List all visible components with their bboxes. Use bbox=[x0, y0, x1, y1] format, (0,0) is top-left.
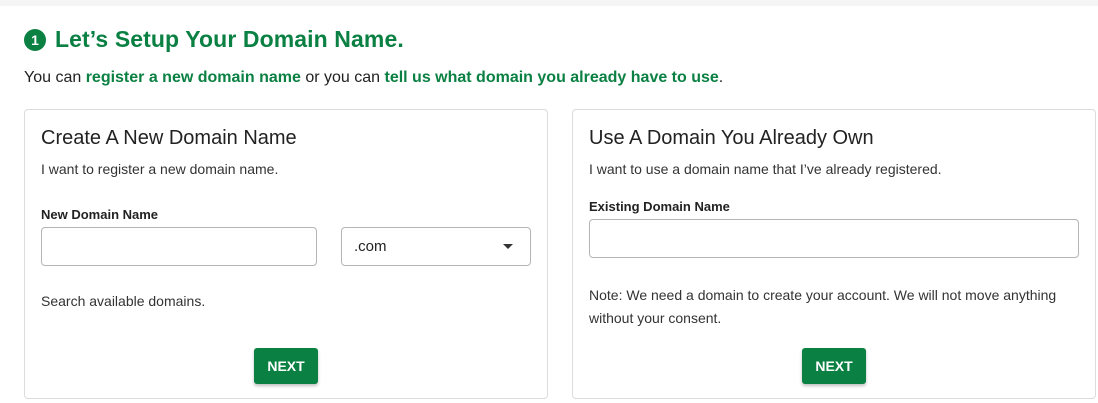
intro-suffix: . bbox=[718, 69, 724, 86]
new-domain-name-input[interactable] bbox=[41, 227, 317, 266]
domain-setup-page: 1 Let’s Setup Your Domain Name. You can … bbox=[0, 6, 1098, 403]
intro-text: You can register a new domain name or yo… bbox=[24, 69, 723, 87]
register-new-domain-link[interactable]: register a new domain name bbox=[86, 69, 301, 86]
create-new-domain-card: Create A New Domain Name I want to regis… bbox=[24, 109, 548, 399]
card-description: I want to register a new domain name. bbox=[41, 161, 279, 177]
existing-domain-next-button[interactable]: NEXT bbox=[802, 348, 866, 384]
use-existing-domain-link[interactable]: tell us what domain you already have to … bbox=[384, 69, 718, 86]
step-number-badge: 1 bbox=[24, 29, 46, 51]
new-domain-name-label: New Domain Name bbox=[41, 207, 159, 222]
page-title: Let’s Setup Your Domain Name. bbox=[55, 26, 404, 52]
chevron-down-icon bbox=[503, 244, 513, 249]
page-header: 1 Let’s Setup Your Domain Name. bbox=[24, 26, 404, 53]
tld-selected-value: .com bbox=[354, 238, 387, 255]
search-hint: Search available domains. bbox=[41, 293, 206, 309]
card-title: Create A New Domain Name bbox=[41, 127, 297, 149]
card-description: I want to use a domain name that I’ve al… bbox=[589, 161, 942, 177]
intro-middle: or you can bbox=[300, 69, 385, 86]
use-existing-domain-card: Use A Domain You Already Own I want to u… bbox=[572, 109, 1096, 399]
consent-note: Note: We need a domain to create your ac… bbox=[589, 287, 1057, 326]
card-title: Use A Domain You Already Own bbox=[589, 127, 874, 149]
existing-domain-name-label: Existing Domain Name bbox=[589, 199, 730, 214]
new-domain-next-button[interactable]: NEXT bbox=[254, 348, 318, 384]
existing-domain-name-input[interactable] bbox=[589, 219, 1079, 258]
intro-prefix: You can bbox=[24, 69, 86, 86]
tld-select[interactable]: .com bbox=[341, 227, 531, 266]
